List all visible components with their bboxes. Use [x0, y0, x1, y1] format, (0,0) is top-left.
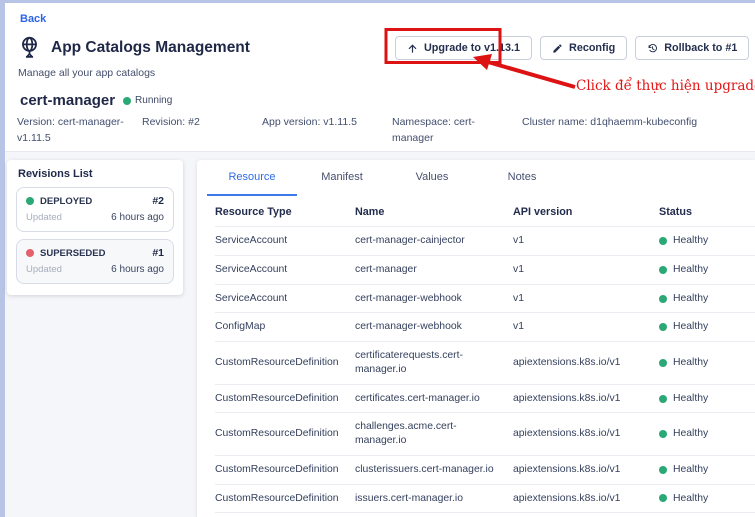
- cell-resource-type: ServiceAccount: [215, 292, 355, 306]
- cell-name: certificaterequests.cert-manager.io: [355, 349, 513, 376]
- arrow-up-icon: [407, 43, 418, 54]
- col-header-api-version: API version: [513, 205, 659, 219]
- col-header-name: Name: [355, 205, 513, 219]
- running-status-dot-icon: [123, 97, 131, 105]
- table-row: CustomResourceDefinition issuers.cert-ma…: [215, 484, 755, 513]
- cell-api-version: apiextensions.k8s.io/v1: [513, 492, 659, 506]
- healthy-status-dot-icon: [659, 359, 667, 367]
- table-row: ServiceAccount cert-manager-webhook v1 H…: [215, 284, 755, 313]
- col-header-resource-type: Resource Type: [215, 205, 355, 219]
- cell-resource-type: ConfigMap: [215, 320, 355, 334]
- resource-table: Resource Type Name API version Status Se…: [215, 196, 755, 517]
- cell-resource-type: CustomResourceDefinition: [215, 463, 355, 477]
- tab-notes[interactable]: Notes: [477, 160, 567, 196]
- cell-resource-type: CustomResourceDefinition: [215, 392, 355, 406]
- cell-name: cert-manager-webhook: [355, 320, 513, 334]
- tab-resource[interactable]: Resource: [207, 160, 297, 196]
- healthy-status-dot-icon: [659, 266, 667, 274]
- cell-status: Healthy: [659, 320, 755, 334]
- healthy-status-dot-icon: [659, 395, 667, 403]
- cell-api-version: v1: [513, 320, 659, 334]
- cell-api-version: apiextensions.k8s.io/v1: [513, 392, 659, 406]
- cell-name: issuers.cert-manager.io: [355, 492, 513, 506]
- cell-resource-type: CustomResourceDefinition: [215, 356, 355, 370]
- meta-revision: Revision: #2: [142, 115, 262, 147]
- cell-status: Healthy: [659, 292, 755, 306]
- tab-bar: Resource Manifest Values Notes: [197, 160, 755, 196]
- table-row: ServiceAccount cert-manager-cainjector v…: [215, 226, 755, 255]
- table-row: CustomResourceDefinition certificaterequ…: [215, 341, 755, 383]
- pencil-icon: [552, 43, 563, 54]
- history-icon: [647, 43, 658, 54]
- cell-api-version: v1: [513, 234, 659, 248]
- table-header-row: Resource Type Name API version Status: [215, 196, 755, 226]
- back-link[interactable]: Back: [20, 13, 46, 25]
- revision-number: #1: [152, 247, 164, 259]
- app-name: cert-manager: [20, 92, 115, 109]
- healthy-status-dot-icon: [659, 237, 667, 245]
- table-row: ConfigMap cert-manager-webhook v1 Health…: [215, 312, 755, 341]
- cell-resource-type: CustomResourceDefinition: [215, 492, 355, 506]
- cell-status: Healthy: [659, 392, 755, 406]
- col-header-status: Status: [659, 205, 755, 219]
- revision-card-deployed[interactable]: DEPLOYED #2 Updated 6 hours ago: [16, 187, 174, 232]
- meta-app-version: App version: v1.11.5: [262, 115, 392, 147]
- page-title: App Catalogs Management: [51, 39, 250, 57]
- cell-api-version: apiextensions.k8s.io/v1: [513, 427, 659, 441]
- cell-status: Healthy: [659, 356, 755, 370]
- table-row: CustomResourceDefinition challenges.acme…: [215, 412, 755, 454]
- cell-resource-type: ServiceAccount: [215, 234, 355, 248]
- rollback-button[interactable]: Rollback to #1: [635, 36, 749, 60]
- table-row: ServiceAccount cert-manager v1 Healthy: [215, 255, 755, 284]
- table-row: CustomResourceDefinition clusterissuers.…: [215, 455, 755, 484]
- cell-name: cert-manager-cainjector: [355, 234, 513, 248]
- table-row: CustomResourceDefinition orders.acme.cer…: [215, 512, 755, 517]
- reconfig-button[interactable]: Reconfig: [540, 36, 627, 60]
- cell-resource-type: ServiceAccount: [215, 263, 355, 277]
- superseded-status-dot-icon: [26, 249, 34, 257]
- tab-manifest[interactable]: Manifest: [297, 160, 387, 196]
- status-badge: Running: [123, 95, 172, 106]
- cell-api-version: apiextensions.k8s.io/v1: [513, 463, 659, 477]
- healthy-status-dot-icon: [659, 295, 667, 303]
- page-subtitle: Manage all your app catalogs: [18, 67, 155, 79]
- cell-name: challenges.acme.cert-manager.io: [355, 420, 513, 447]
- tab-values[interactable]: Values: [387, 160, 477, 196]
- cell-status: Healthy: [659, 263, 755, 277]
- cell-status: Healthy: [659, 234, 755, 248]
- revisions-panel: Revisions List DEPLOYED #2 Updated 6 hou…: [7, 160, 183, 295]
- cell-name: clusterissuers.cert-manager.io: [355, 463, 513, 477]
- cell-api-version: v1: [513, 292, 659, 306]
- healthy-status-dot-icon: [659, 494, 667, 502]
- cell-api-version: v1: [513, 263, 659, 277]
- cell-name: cert-manager-webhook: [355, 292, 513, 306]
- upgrade-button[interactable]: Upgrade to v1.13.1: [395, 36, 532, 60]
- deployed-status-dot-icon: [26, 197, 34, 205]
- cell-name: certificates.cert-manager.io: [355, 392, 513, 406]
- meta-namespace: Namespace: cert-manager: [392, 115, 522, 147]
- healthy-status-dot-icon: [659, 323, 667, 331]
- cell-status: Healthy: [659, 463, 755, 477]
- cell-status: Healthy: [659, 427, 755, 441]
- healthy-status-dot-icon: [659, 466, 667, 474]
- table-row: CustomResourceDefinition certificates.ce…: [215, 384, 755, 413]
- cell-name: cert-manager: [355, 263, 513, 277]
- cell-api-version: apiextensions.k8s.io/v1: [513, 356, 659, 370]
- annotation-text: Click để thực hiện upgrade versions: [576, 78, 755, 94]
- revisions-title: Revisions List: [18, 168, 93, 180]
- table-body: ServiceAccount cert-manager-cainjector v…: [215, 226, 755, 517]
- detail-panel: Resource Manifest Values Notes Resource …: [197, 160, 755, 517]
- revision-number: #2: [152, 195, 164, 207]
- revision-card-superseded[interactable]: SUPERSEDED #1 Updated 6 hours ago: [16, 239, 174, 284]
- healthy-status-dot-icon: [659, 430, 667, 438]
- app-meta-row: Version: cert-manager-v1.11.5 Revision: …: [17, 115, 747, 147]
- action-buttons: Upgrade to v1.13.1 Reconfig Rollback to …: [395, 36, 755, 60]
- meta-cluster-name: Cluster name: d1qhaemm-kubeconfig: [522, 115, 707, 147]
- meta-version: Version: cert-manager-v1.11.5: [17, 115, 142, 147]
- app-catalogs-globe-icon: [17, 35, 42, 60]
- cell-resource-type: CustomResourceDefinition: [215, 427, 355, 441]
- cell-status: Healthy: [659, 492, 755, 506]
